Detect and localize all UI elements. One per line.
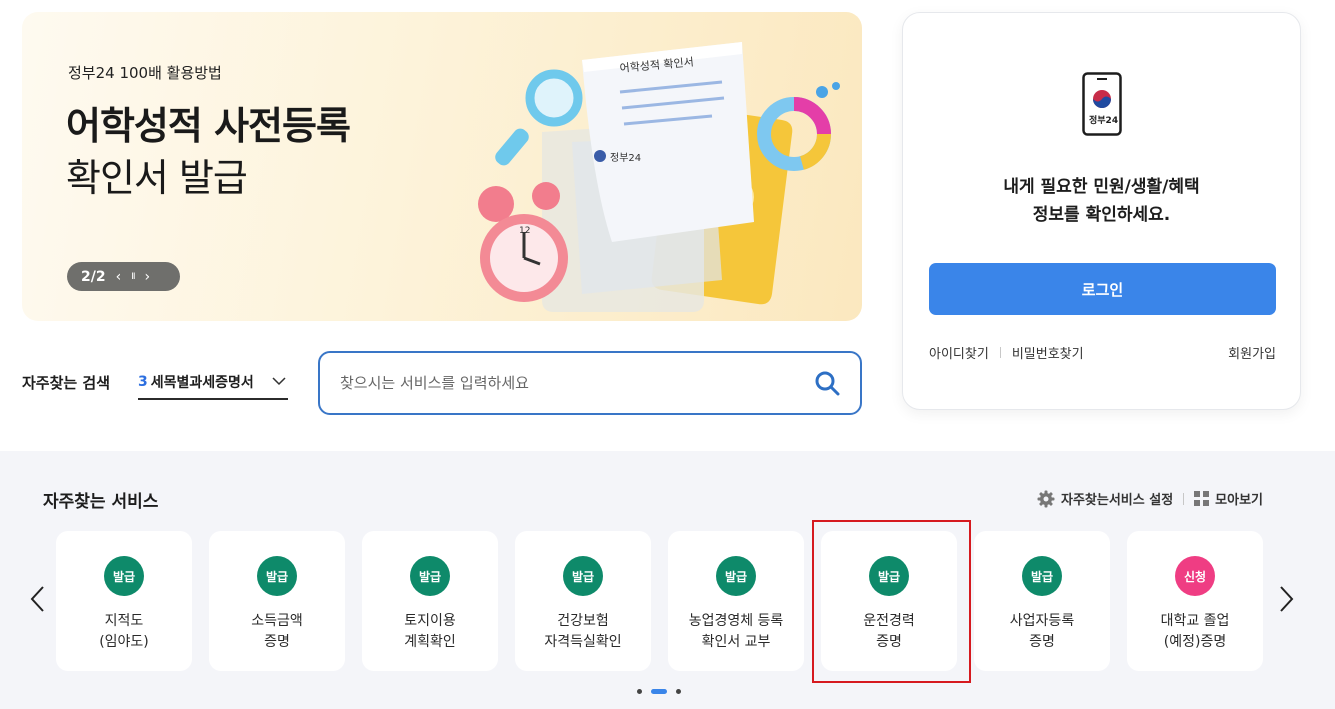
login-card: 정부24 내게 필요한 민원/생활/혜택 정보를 확인하세요. 로그인 아이디찾… — [902, 12, 1301, 410]
carousel-prev-arrow-icon[interactable] — [28, 584, 48, 614]
services-settings-button[interactable]: 자주찾는서비스 설정 — [1037, 489, 1173, 508]
service-badge: 발급 — [716, 556, 756, 596]
services-tools: 자주찾는서비스 설정 모아보기 — [1037, 489, 1263, 508]
service-label: 대학교 졸업 (예정)증명 — [1160, 613, 1230, 650]
service-card[interactable]: 발급지적도 (임야도) — [56, 531, 192, 671]
signup-link[interactable]: 회원가입 — [1228, 343, 1276, 362]
find-id-link[interactable]: 아이디찾기 — [929, 343, 989, 362]
frequent-search-term: 세목별과세증명서 — [150, 375, 254, 391]
service-card[interactable]: 발급농업경영체 등록 확인서 교부 — [668, 531, 804, 671]
service-badge: 발급 — [410, 556, 450, 596]
carousel-dot[interactable] — [637, 689, 642, 694]
login-message-line1: 내게 필요한 민원/생활/혜택 — [1003, 177, 1200, 197]
service-badge: 발급 — [1022, 556, 1062, 596]
find-password-link[interactable]: 비밀번호찾기 — [1012, 343, 1084, 362]
banner-subtitle: 정부24 100배 활용방법 — [68, 64, 222, 82]
search-input[interactable] — [340, 369, 800, 397]
alarm-clock-graphic: 12 — [478, 182, 568, 302]
frequent-services-section: 자주찾는 서비스 자주찾는서비스 설정 모아보기 발급 지적도 (임야도) 발급… — [0, 451, 1335, 709]
frequent-search-label: 자주찾는 검색 — [22, 374, 111, 392]
service-label: 사업자등록 증명 — [1009, 613, 1075, 650]
page: 정부24 100배 활용방법 어학성적 사전등록 확인서 발급 2/2 ‹ II… — [0, 0, 1335, 709]
service-badge: 신청 — [1175, 556, 1215, 596]
frequent-search-dropdown[interactable]: 3 세목별과세증명서 — [138, 366, 288, 400]
chevron-down-icon — [272, 377, 286, 386]
service-card[interactable]: 발급소득금액 증명 — [209, 531, 345, 671]
carousel-dots — [637, 689, 681, 694]
banner-prev-button[interactable]: ‹ — [116, 269, 122, 285]
view-all-button[interactable]: 모아보기 — [1194, 489, 1263, 508]
banner-pager: 2/2 ‹ II › — [67, 262, 180, 291]
service-badge: 발급 — [104, 556, 144, 596]
services-settings-label: 자주찾는서비스 설정 — [1060, 493, 1174, 508]
tools-divider — [1183, 492, 1185, 505]
service-badge: 발급 — [257, 556, 297, 596]
svg-text:12: 12 — [519, 226, 530, 236]
login-links: 아이디찾기 비밀번호찾기 회원가입 — [929, 343, 1276, 362]
search-icon[interactable] — [814, 370, 840, 396]
gear-icon — [1037, 490, 1055, 507]
view-all-label: 모아보기 — [1215, 493, 1263, 508]
highlight-box — [812, 520, 971, 683]
gov24-app-icon: 정부24 — [1082, 72, 1122, 136]
frequent-search-rank: 3 — [138, 374, 148, 390]
service-label: 건강보험 자격득실확인 — [544, 613, 622, 650]
promo-banner[interactable]: 정부24 100배 활용방법 어학성적 사전등록 확인서 발급 2/2 ‹ II… — [22, 12, 862, 321]
grid-icon — [1194, 491, 1210, 506]
service-card[interactable]: 발급사업자등록 증명 — [974, 531, 1110, 671]
service-card[interactable]: 발급건강보험 자격득실확인 — [515, 531, 651, 671]
service-card[interactable]: 발급토지이용 계획확인 — [362, 531, 498, 671]
carousel-next-arrow-icon[interactable] — [1276, 584, 1296, 614]
banner-illustration: 어학성적 확인서 정부24 12 — [478, 42, 840, 312]
carousel-dot-active[interactable] — [651, 689, 667, 694]
login-message: 내게 필요한 민원/생활/혜택 정보를 확인하세요. — [903, 173, 1300, 229]
banner-page-indicator: 2/2 — [81, 268, 106, 285]
banner-pause-button[interactable]: II — [131, 272, 135, 282]
banner-title-line2: 확인서 발급 — [66, 156, 248, 201]
service-label: 지적도 (임야도) — [99, 613, 149, 650]
login-button[interactable]: 로그인 — [929, 263, 1276, 315]
service-label: 소득금액 증명 — [251, 613, 303, 650]
banner-title: 어학성적 사전등록 확인서 발급 — [66, 100, 351, 205]
app-brand-text: 정부24 — [1089, 114, 1118, 126]
login-message-line2: 정보를 확인하세요. — [1032, 205, 1171, 225]
banner-next-button[interactable]: › — [145, 269, 151, 285]
frequent-services-title: 자주찾는 서비스 — [43, 492, 159, 512]
document-graphic: 어학성적 확인서 정부24 — [582, 42, 754, 242]
service-badge: 발급 — [563, 556, 603, 596]
doc-brand-text: 정부24 — [610, 152, 641, 164]
service-label: 토지이용 계획확인 — [404, 613, 456, 650]
service-label: 농업경영체 등록 확인서 교부 — [688, 613, 784, 650]
service-cards: 발급 지적도 (임야도) 발급 소득금액 증명 발급 토지이용 계획확인 발급 건강보험 자격… — [56, 531, 1263, 671]
search-box — [318, 351, 862, 415]
carousel-dot[interactable] — [676, 689, 681, 694]
banner-title-line1: 어학성적 사전등록 — [66, 104, 351, 148]
link-divider — [999, 347, 1001, 358]
service-card[interactable]: 신청대학교 졸업 (예정)증명 — [1127, 531, 1263, 671]
